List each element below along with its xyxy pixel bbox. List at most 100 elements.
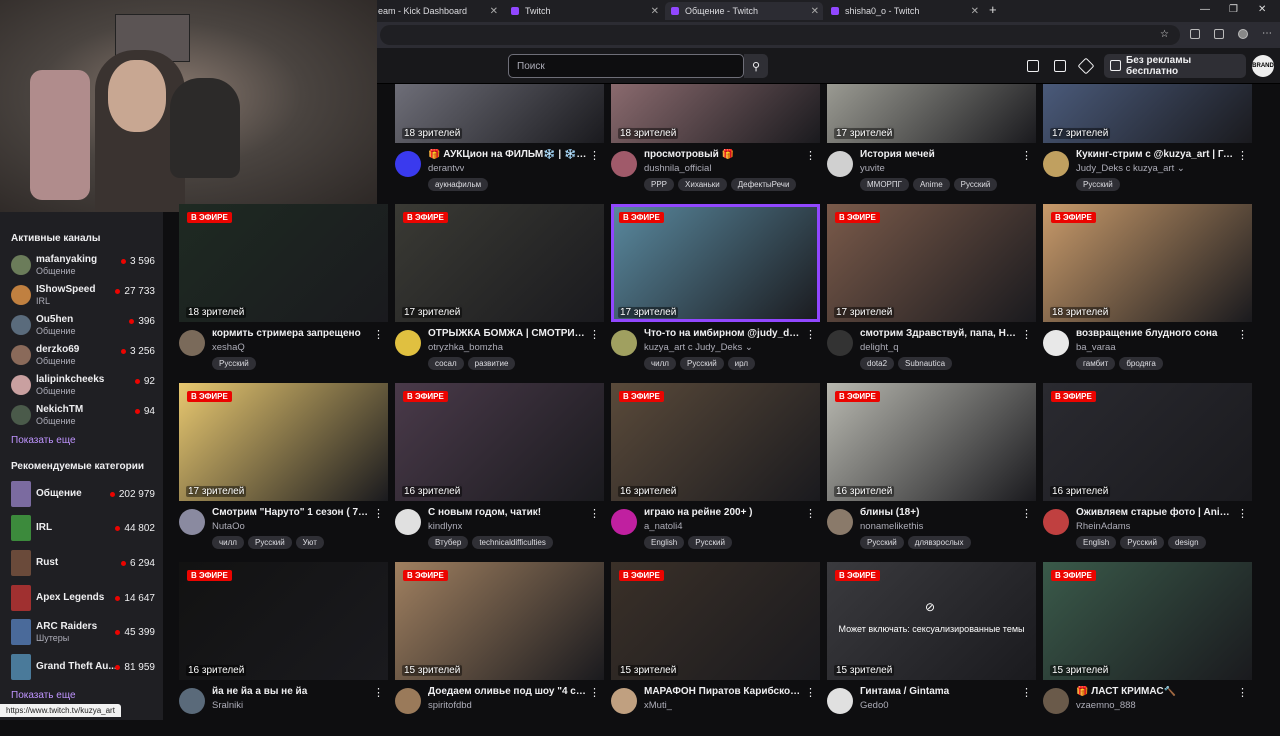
more-options-icon[interactable]: ⋮ [1237,507,1248,520]
tag[interactable]: ирл [727,357,755,370]
stream-title[interactable]: Оживляем старые фото | Animat... [1076,507,1236,518]
stream-thumbnail[interactable]: В ЭФИРЕ 16 зрителей [395,383,604,501]
sidebar-category[interactable]: Общение 202 979 [0,481,163,509]
minimize-icon[interactable]: — [1200,4,1210,15]
channel-avatar[interactable] [1043,509,1069,535]
prime-icon[interactable] [1077,57,1095,75]
stream-title[interactable]: Кукинг-стрим с @kuzya_art | Гот... [1076,149,1236,160]
channel-avatar[interactable] [611,509,637,535]
tag[interactable]: dota2 [860,357,895,370]
tag[interactable]: technicaldifficulties [472,536,553,549]
channel-avatar[interactable] [395,688,421,714]
tag[interactable]: аукнафильм [428,178,489,191]
maximize-icon[interactable]: ❐ [1229,4,1238,15]
tag[interactable]: Уют [295,536,324,549]
inbox-icon[interactable] [1027,60,1039,72]
more-options-icon[interactable]: ⋮ [1237,149,1248,162]
stream-title[interactable]: кормить стримера запрещено [212,328,372,339]
channel-avatar[interactable] [179,330,205,356]
address-field[interactable] [380,25,1180,45]
channel-avatar[interactable] [611,688,637,714]
stream-card[interactable]: В ЭФИРЕ 18 зрителей кормить стримера запре… [179,204,388,378]
tag[interactable]: Русский [1076,178,1120,191]
stream-thumbnail[interactable]: В ЭФИРЕ 16 зрителей [827,383,1036,501]
close-icon[interactable]: ✕ [971,6,979,17]
channel-name[interactable]: nonamelikethis [860,521,923,532]
stream-title[interactable]: возвращение блудного сона [1076,328,1236,339]
channel-avatar[interactable] [395,330,421,356]
search-input[interactable]: Поиск [508,54,744,78]
sidebar-channel[interactable]: NekichTM Общение 94 [0,402,163,430]
channel-avatar[interactable] [611,330,637,356]
channel-name[interactable]: NutaOo [212,521,245,532]
channel-avatar[interactable] [611,151,637,177]
stream-thumbnail[interactable]: В ЭФИРЕ 15 зрителей [1043,562,1252,680]
stream-thumbnail[interactable]: 18 зрителей [395,84,604,143]
tag[interactable]: Русский [1120,536,1164,549]
stream-card[interactable]: В ЭФИРЕ 17 зрителей ОТРЫЖКА БОМЖА | СМОТРИ… [395,204,604,378]
channel-avatar[interactable] [179,509,205,535]
stream-thumbnail[interactable]: В ЭФИРЕ 15 зрителей [611,562,820,680]
stream-thumbnail[interactable]: В ЭФИРЕ 18 зрителей [179,204,388,322]
tag[interactable]: гамбит [1076,357,1116,370]
stream-thumbnail[interactable]: В ЭФИРЕ 17 зрителей [611,204,820,322]
tag[interactable]: design [1167,536,1206,549]
channel-avatar[interactable] [1043,151,1069,177]
stream-title[interactable]: смотрим Здравствуй, папа, Нов... [860,328,1020,339]
favorites-icon[interactable] [1214,29,1224,39]
more-options-icon[interactable]: ⋮ [589,149,600,162]
more-options-icon[interactable]: ⋮ [1021,149,1032,162]
stream-card[interactable]: 18 зрителей 🎁 АУКЦион на ФИЛЬМ❄️ | ❄️ В !… [395,84,604,199]
sidebar-channel[interactable]: Ou5hen Общение 396 [0,312,163,340]
tag[interactable]: Subnautica [898,357,953,370]
channel-avatar[interactable] [1043,330,1069,356]
channel-name[interactable]: yuvite [860,163,885,174]
tag[interactable]: Русский [860,536,904,549]
stream-title[interactable]: Доедаем оливье под шоу "4 сва... [428,686,588,697]
stream-card[interactable]: 17 зрителей Кукинг-стрим с @kuzya_art | Г… [1043,84,1252,199]
channel-avatar[interactable] [827,330,853,356]
tag[interactable]: чилл [644,357,676,370]
stream-title[interactable]: МАРАФОН Пиратов Карибского... [644,686,804,697]
stream-title[interactable]: 🎁 АУКЦион на ФИЛЬМ❄️ | ❄️ В !... [428,149,588,160]
close-icon[interactable]: ✕ [490,6,498,17]
channel-name[interactable]: RheinAdams [1076,521,1130,532]
channel-name[interactable]: xMuti_ [644,700,672,711]
channel-name[interactable]: derantvv [428,163,464,174]
sidebar-category[interactable]: Apex Legends 14 647 [0,585,163,613]
tag[interactable]: чилл [212,536,244,549]
stream-title[interactable]: просмотровый 🎁 [644,149,804,160]
stream-card[interactable]: В ЭФИРЕ 16 зрителей играю на рейне 200+ ) a… [611,383,820,557]
stream-title[interactable]: Что-то на имбирном @judy_deks [644,328,804,339]
channel-name[interactable]: delight_q [860,342,899,353]
sidebar-channel[interactable]: IShowSpeed IRL 27 733 [0,282,163,310]
close-icon[interactable]: ✕ [811,6,819,17]
tag[interactable]: ДефектыРечи [730,178,797,191]
stream-card[interactable]: 17 зрителей История мечей yuvite ⋮ ММОРПГ Ani… [827,84,1036,199]
close-icon[interactable]: ✕ [651,6,659,17]
stream-title[interactable]: йа не йа а вы не йа [212,686,372,697]
more-options-icon[interactable]: ⋮ [373,328,384,341]
more-options-icon[interactable]: ⋮ [805,686,816,699]
sidebar-channel[interactable]: mafanyaking Общение 3 596 [0,252,163,280]
channel-name[interactable]: kuzya_art с Judy_Deks ⌄ [644,342,753,353]
channel-name[interactable]: a_natoli4 [644,521,683,532]
more-options-icon[interactable]: ⋮ [373,686,384,699]
channel-name[interactable]: otryzhka_bomzha [428,342,503,353]
show-more-categories-link[interactable]: Показать еще [11,690,76,701]
stream-thumbnail[interactable]: В ЭФИРЕ 16 зрителей [179,562,388,680]
sidebar-category[interactable]: IRL 44 802 [0,515,163,543]
stream-thumbnail[interactable]: В ЭФИРЕ 17 зрителей [395,204,604,322]
stream-thumbnail[interactable]: В ЭФИРЕ 17 зрителей [827,204,1036,322]
stream-title[interactable]: 🎁 ЛАСТ КРИМАС🔨 [1076,686,1236,697]
ad-free-button[interactable]: Без рекламы бесплатно [1104,54,1246,78]
channel-avatar[interactable] [179,688,205,714]
tag[interactable]: развитие [467,357,516,370]
tab-kick-dashboard[interactable]: eam - Kick Dashboard ✕ [372,2,502,20]
channel-name[interactable]: kindlynx [428,521,462,532]
stream-title[interactable]: Гинтама / Gintama [860,686,1020,697]
stream-thumbnail[interactable]: В ЭФИРЕ 17 зрителей [179,383,388,501]
tag[interactable]: Хиханьки [678,178,727,191]
tag[interactable]: длявзрослых [907,536,971,549]
tag[interactable]: Русский [953,178,998,191]
